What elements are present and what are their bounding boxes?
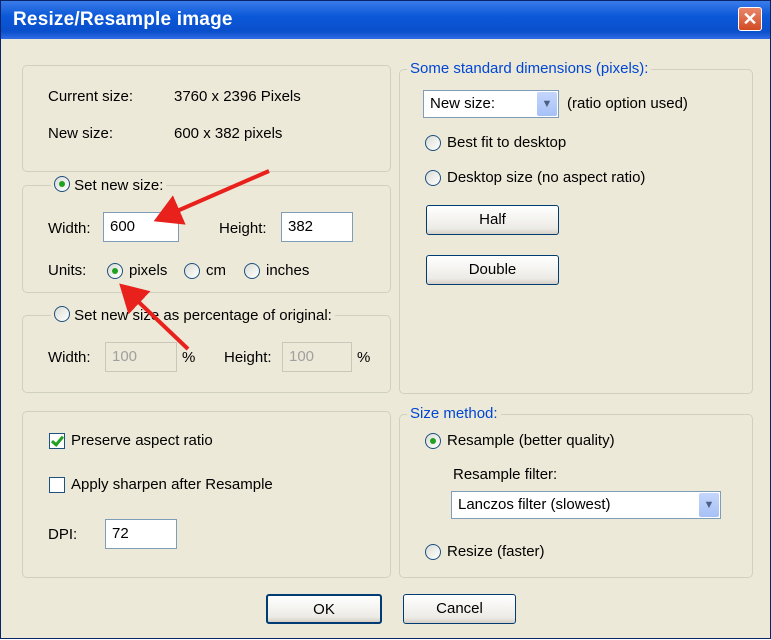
resize-dialog: Resize/Resample image ✕ Current size: 37… [0,0,771,639]
arrow-to-pixels-radio [119,283,190,351]
annotation-arrows [119,169,270,351]
arrow-to-width-input [153,169,270,225]
